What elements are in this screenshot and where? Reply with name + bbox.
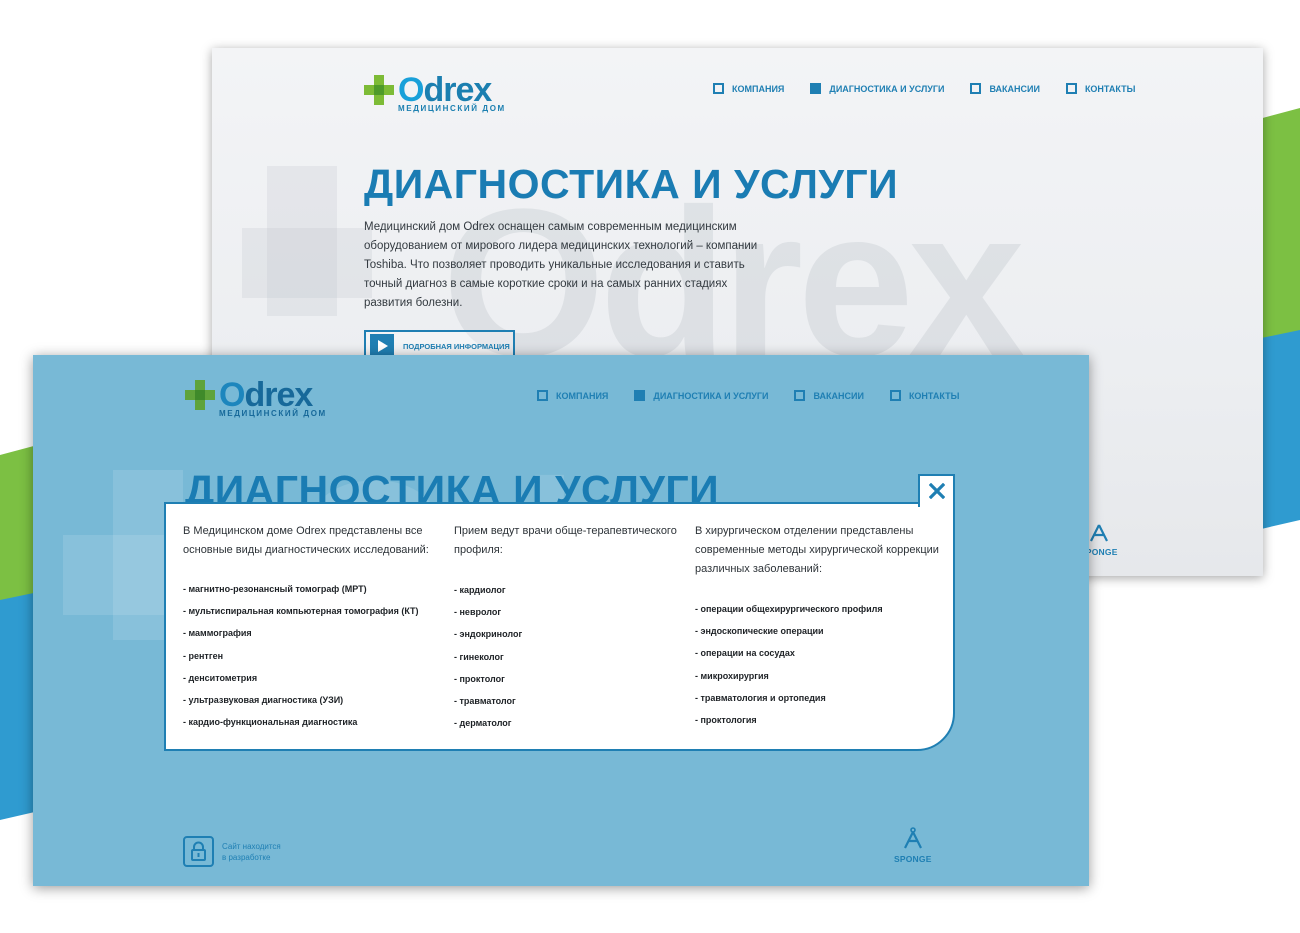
surgery-list: - операции общехирургического профиля - … xyxy=(695,598,940,731)
modal-column-doctors: Прием ведут врачи обще-терапевтического … xyxy=(454,522,689,734)
logo[interactable]: Odrex медицинский дом xyxy=(364,73,504,113)
list-item: - рентген xyxy=(183,650,224,661)
logo-cross-icon xyxy=(185,380,215,410)
nav-checkbox-icon xyxy=(970,83,982,94)
list-item: - проктолог xyxy=(454,673,505,684)
nav-item-contacts[interactable]: КОНТАКТЫ xyxy=(889,390,959,401)
close-icon xyxy=(929,483,945,499)
nav-item-contacts[interactable]: КОНТАКТЫ xyxy=(1065,83,1135,94)
list-item: - операции на сосудах xyxy=(695,648,795,659)
logo-tagline: медицинский дом xyxy=(398,104,506,113)
list-item: - травматолог xyxy=(454,696,516,707)
list-item: - травматология и ортопедия xyxy=(695,692,826,703)
nav-item-company[interactable]: КОМПАНИЯ xyxy=(537,390,608,401)
diagnostics-list: - магнитно-резонансный томограф (МРТ) - … xyxy=(183,578,438,733)
compass-icon xyxy=(903,827,922,849)
modal-close-button[interactable] xyxy=(918,474,955,507)
column-intro: В хирургическом отделении представлены с… xyxy=(695,525,939,575)
compass-icon xyxy=(1089,524,1108,542)
nav-checkbox-icon xyxy=(794,390,806,401)
modal-page-window: Odrex Odrex медицинский дом КОМПАНИЯ ДИА… xyxy=(33,355,1089,886)
nav-item-company[interactable]: КОМПАНИЯ xyxy=(713,83,784,94)
main-nav: КОМПАНИЯ ДИАГНОСТИКА И УСЛУГИ ВАКАНСИИ К… xyxy=(713,83,1135,94)
logo[interactable]: Odrex медицинский дом xyxy=(185,378,325,418)
column-intro: Прием ведут врачи обще-терапевтического … xyxy=(454,525,677,556)
nav-checkbox-icon xyxy=(713,83,724,94)
nav-checkbox-icon xyxy=(889,390,901,401)
nav-item-diagnostics[interactable]: ДИАГНОСТИКА И УСЛУГИ xyxy=(810,83,944,94)
list-item: - маммография xyxy=(183,628,252,639)
intro-text: Медицинский дом Odrex оснащен самым совр… xyxy=(364,221,758,309)
list-item: - дерматолог xyxy=(454,718,512,729)
dev-status-text: Сайт находится в разработке xyxy=(222,842,281,862)
list-item: - микрохирургия xyxy=(695,670,769,681)
doctors-list: - кардиолог - невролог - эндокринолог - … xyxy=(454,579,689,734)
logo-tagline: медицинский дом xyxy=(219,409,327,418)
modal-column-diagnostics: В Медицинском доме Odrex представлены вс… xyxy=(183,522,438,733)
lock-icon xyxy=(183,836,214,867)
logo-cross-icon xyxy=(364,75,394,105)
list-item: - операции общехирургического профиля xyxy=(695,604,883,614)
list-item: - мультиспиральная компьютерная томограф… xyxy=(183,606,419,617)
list-item: - гинеколог xyxy=(454,651,504,662)
nav-item-vacancies[interactable]: ВАКАНСИИ xyxy=(970,83,1040,94)
nav-checkbox-filled-icon xyxy=(634,390,646,401)
services-modal: В Медицинском доме Odrex представлены вс… xyxy=(164,502,955,751)
list-item: - магнитно-резонансный томограф (МРТ) xyxy=(183,584,367,594)
list-item: - эндокринолог xyxy=(454,629,523,640)
list-item: - кардиолог xyxy=(454,585,506,595)
list-item: - эндоскопические операции xyxy=(695,626,824,637)
column-intro: В Медицинском доме Odrex представлены вс… xyxy=(183,525,429,556)
nav-item-vacancies[interactable]: ВАКАНСИИ xyxy=(794,390,864,401)
nav-checkbox-filled-icon xyxy=(810,83,822,94)
list-item: - денситометрия xyxy=(183,672,258,683)
modal-column-surgery: В хирургическом отделении представлены с… xyxy=(695,522,940,731)
sponge-logo[interactable]: SPONGE xyxy=(894,827,932,864)
nav-checkbox-icon xyxy=(1065,83,1077,94)
list-item: - проктология xyxy=(695,715,757,726)
nav-checkbox-icon xyxy=(537,390,548,401)
list-item: - кардио-функциональная диагностика xyxy=(183,717,358,728)
page-title: ДИАГНОСТИКА И УСЛУГИ xyxy=(364,161,899,207)
nav-item-diagnostics[interactable]: ДИАГНОСТИКА И УСЛУГИ xyxy=(634,390,768,401)
watermark-block xyxy=(242,228,372,298)
list-item: - ультразвуковая диагностика (УЗИ) xyxy=(183,695,344,706)
list-item: - невролог xyxy=(454,607,502,618)
main-nav: КОМПАНИЯ ДИАГНОСТИКА И УСЛУГИ ВАКАНСИИ К… xyxy=(537,390,959,401)
